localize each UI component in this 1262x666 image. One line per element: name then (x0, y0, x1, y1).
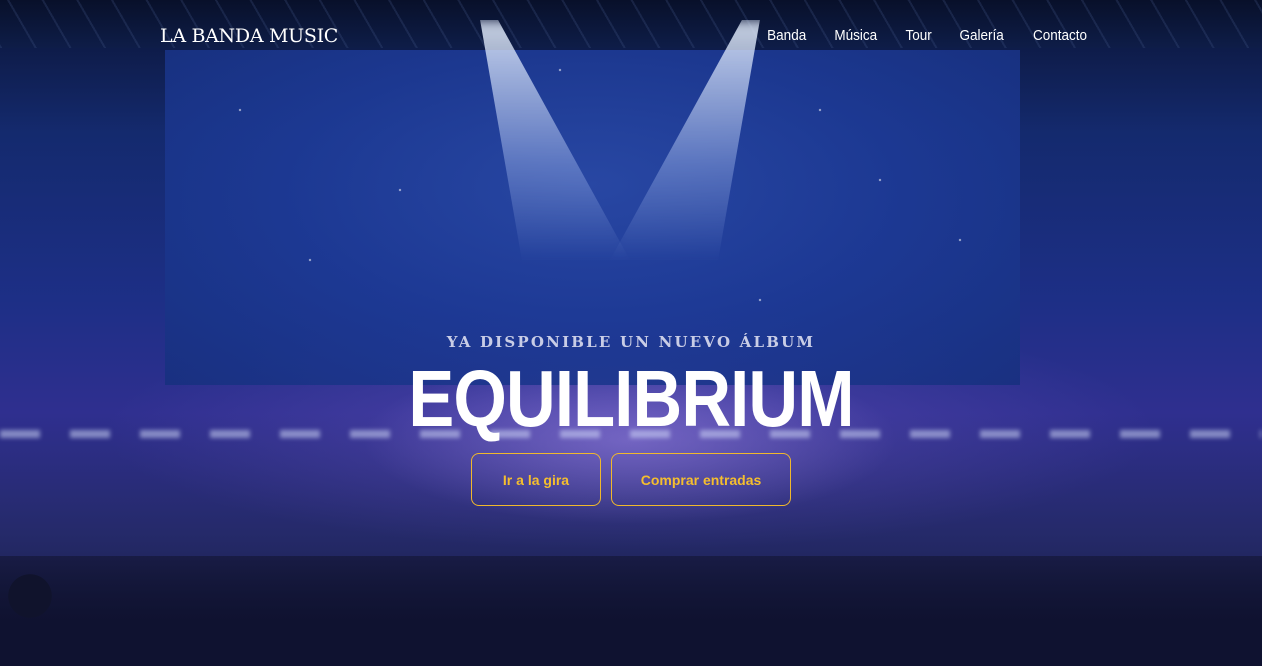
hero-title: EQUILIBRIUM (408, 354, 854, 443)
navbar: LA BANDA MUSIC Banda Música Tour Galería… (0, 0, 1262, 72)
nav-link-banda[interactable]: Banda (767, 27, 806, 44)
hero-buttons: Ir a la gira Comprar entradas (0, 453, 1262, 506)
hero-content: YA DISPONIBLE UN NUEVO ÁLBUM EQUILIBRIUM… (0, 333, 1262, 506)
tour-button[interactable]: Ir a la gira (471, 453, 601, 506)
crowd-silhouette (0, 556, 1262, 666)
nav-menu: Banda Música Tour Galería Contacto (765, 27, 1090, 44)
logo-link[interactable]: LA BANDA MUSIC (160, 25, 338, 47)
hero-section: LA BANDA MUSIC Banda Música Tour Galería… (0, 0, 1262, 666)
nav-link-contacto[interactable]: Contacto (1033, 27, 1087, 44)
nav-link-galeria[interactable]: Galería (959, 27, 1003, 44)
nav-link-musica[interactable]: Música (834, 27, 877, 44)
nav-link-tour[interactable]: Tour (905, 27, 931, 44)
buy-tickets-button[interactable]: Comprar entradas (611, 453, 791, 506)
hero-subtitle: YA DISPONIBLE UN NUEVO ÁLBUM (446, 333, 816, 351)
